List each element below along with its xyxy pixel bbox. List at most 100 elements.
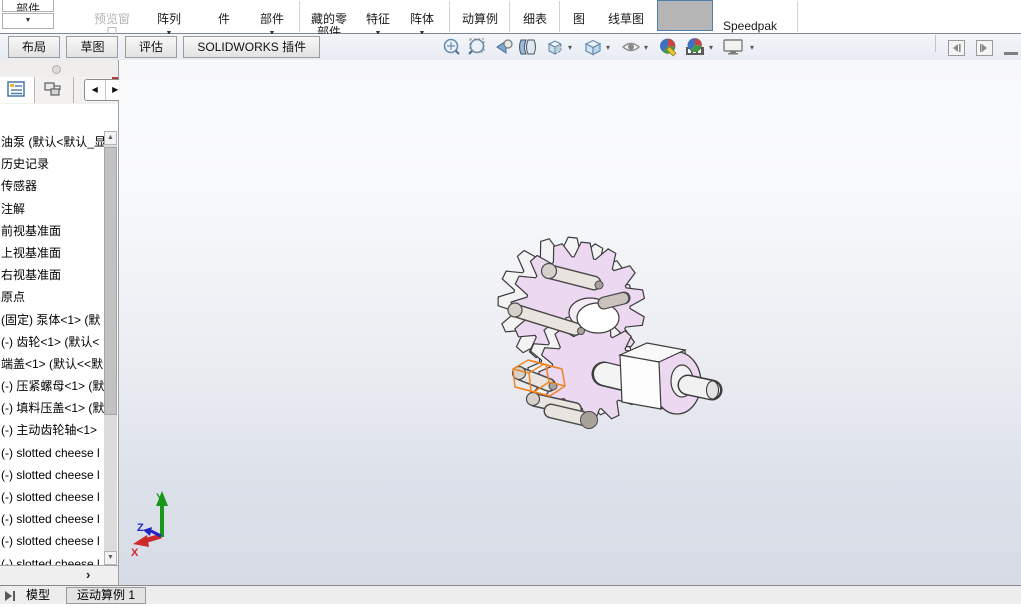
tab-layout[interactable]: 布局 — [8, 36, 61, 58]
view-orientation-icon[interactable] — [544, 37, 566, 57]
display-style-icon[interactable] — [582, 37, 604, 57]
zoom-to-area-icon[interactable] — [466, 37, 488, 57]
tree-item-drive-gear-shaft[interactable]: (-) 主动齿轮轴<1> — [0, 419, 104, 441]
ribbon-separator — [299, 1, 300, 32]
tree-item-right-plane[interactable]: 右视基准面 — [0, 264, 104, 286]
tree-item-slotted-cheese-screw[interactable]: (-) slotted cheese l — [0, 553, 104, 565]
tree-item-slotted-cheese-screw[interactable]: (-) slotted cheese l — [0, 486, 104, 508]
y-axis-label: Y — [156, 492, 164, 504]
tree-item-slotted-cheese-screw[interactable]: (-) slotted cheese l — [0, 442, 104, 464]
assembly-features-button[interactable]: 特征 ▼ — [357, 0, 399, 38]
apply-scene-dropdown[interactable]: ▾ — [709, 43, 713, 52]
expand-panel-icon[interactable]: › — [86, 567, 90, 583]
feature-tree: 油泵 (默认<默认_显 历史记录 传感器 注解 前视基准面 上视基准面 右视基准… — [0, 131, 104, 565]
exploded-view-button[interactable]: 图 — [562, 0, 596, 33]
ribbon-separator — [797, 1, 798, 32]
reference-geometry-label: 阵体 — [409, 12, 434, 26]
tree-item-slotted-cheese-screw[interactable]: (-) slotted cheese l — [0, 508, 104, 530]
motion-study-label: 动算例 — [461, 12, 498, 26]
z-axis-label: Z — [137, 522, 144, 534]
minimize-icon[interactable] — [1004, 52, 1018, 55]
view-orientation-dropdown[interactable]: ▾ — [568, 43, 572, 52]
component-pattern-label: 阵列 — [156, 12, 181, 26]
ribbon-separator — [509, 1, 510, 32]
display-style-dropdown[interactable]: ▾ — [606, 43, 610, 52]
component-pattern-button[interactable]: 阵列 ▼ — [138, 0, 200, 38]
scroll-down-icon[interactable]: ▼ — [104, 551, 117, 565]
tree-item-end-cap[interactable]: 端盖<1> (默认<<默 — [0, 353, 104, 375]
tree-item-gear[interactable]: (-) 齿轮<1> (默认< — [0, 331, 104, 353]
insert-component-label: 部件 — [15, 2, 40, 12]
tab-motion-study-1[interactable]: 运动算例 1 — [66, 587, 147, 604]
tree-item-slotted-cheese-screw[interactable]: (-) slotted cheese l — [0, 530, 104, 552]
model-tabs-bar: 模型 运动算例 1 — [0, 585, 1021, 604]
tree-item-lock-nut[interactable]: (-) 压紧螺母<1> (默 — [0, 375, 104, 397]
move-component-label: 部件 — [259, 12, 284, 26]
graphics-viewport[interactable]: Y X Z — [119, 60, 1021, 585]
expand-right-pane-button[interactable] — [976, 40, 993, 56]
assembly-features-label: 特征 — [365, 12, 390, 26]
x-axis-label: X — [131, 547, 139, 559]
preview-window-button: 预览窗 口 — [84, 0, 140, 39]
tab-propertymanager[interactable] — [35, 77, 74, 103]
tree-item-annotations[interactable]: 注解 — [0, 198, 104, 220]
collapse-left-pane-button[interactable] — [948, 40, 965, 56]
edit-appearance-icon[interactable] — [658, 37, 680, 57]
motionmanager-toggle-icon[interactable] — [3, 589, 19, 601]
tree-item-assembly-root[interactable]: 油泵 (默认<默认_显 — [0, 131, 104, 153]
bill-of-materials-button[interactable]: 细表 — [512, 0, 558, 33]
commandmanager-tab-row: 布局 草图 评估 SOLIDWORKS 插件 ▾ ▾ ▾ ▾ ▾ — [0, 34, 1021, 60]
smart-fastener-label: 件 — [217, 12, 230, 26]
zoom-to-fit-icon[interactable] — [441, 37, 463, 57]
tree-item-slotted-cheese-screw[interactable]: (-) slotted cheese l — [0, 464, 104, 486]
panel-tab-strip: ◀ ▶ — [0, 77, 126, 105]
gear-pump-assembly-model: Y X Z — [131, 236, 723, 559]
ribbon-separator — [559, 1, 560, 32]
bill-of-materials-label: 细表 — [522, 12, 547, 26]
view-settings-icon[interactable] — [722, 37, 744, 57]
tab-solidworks-addins[interactable]: SOLIDWORKS 插件 — [183, 36, 321, 58]
tab-sketch[interactable]: 草图 — [66, 36, 119, 58]
insert-component-dropdown[interactable]: ▼ — [2, 13, 54, 29]
z-axis-arrow — [143, 527, 152, 536]
apply-scene-icon[interactable] — [684, 37, 706, 57]
section-view-icon[interactable] — [517, 37, 539, 57]
tree-scrollbar[interactable]: ▲ ▼ — [104, 131, 117, 565]
tree-item-top-plane[interactable]: 上视基准面 — [0, 242, 104, 264]
scroll-tabs-left-button[interactable]: ◀ — [85, 80, 106, 100]
tree-item-sensors[interactable]: 传感器 — [0, 175, 104, 197]
hide-show-items-icon[interactable] — [620, 37, 642, 57]
toolbar-separator — [935, 35, 936, 52]
grip-dot-icon — [52, 65, 61, 74]
scroll-up-icon[interactable]: ▲ — [104, 131, 117, 145]
tree-item-pump-body[interactable]: (固定) 泵体<1> (默 — [0, 309, 104, 331]
explode-line-sketch-label: 线草图 — [607, 12, 644, 26]
tree-item-history[interactable]: 历史记录 — [0, 153, 104, 175]
hide-show-items-dropdown[interactable]: ▾ — [644, 43, 648, 52]
featuremanager-panel: ◀ ▶ 油泵 (默认<默认_显 历史记录 传感器 注解 前视基准面 上视基准面 … — [0, 60, 126, 586]
panel-splitter-grip[interactable] — [0, 60, 118, 77]
panel-filter-area — [0, 104, 118, 131]
scrollbar-thumb[interactable] — [104, 147, 117, 415]
ribbon-separator — [449, 1, 450, 32]
show-hidden-components-button[interactable]: 藏的零 部件 — [302, 0, 356, 39]
orientation-triad: Y X Z — [131, 491, 168, 559]
panel-bottom-strip: › — [0, 565, 118, 586]
view-settings-dropdown[interactable]: ▾ — [750, 43, 754, 52]
move-component-button[interactable]: 部件 ▼ — [246, 0, 298, 38]
previous-view-icon[interactable] — [492, 37, 514, 57]
tab-evaluate[interactable]: 评估 — [124, 36, 177, 58]
smart-fastener-button[interactable]: 件 — [203, 0, 245, 33]
tab-model[interactable]: 模型 — [26, 587, 50, 604]
insert-component-button[interactable]: 部件 — [2, 0, 54, 12]
reference-geometry-button[interactable]: 阵体 ▼ — [400, 0, 444, 38]
tree-item-packing-gland[interactable]: (-) 填料压盖<1> (默 — [0, 397, 104, 419]
exploded-view-label: 图 — [572, 12, 585, 26]
x-axis-arrow — [133, 535, 149, 547]
tab-featuremanager-tree[interactable] — [0, 77, 35, 103]
motion-study-button[interactable]: 动算例 — [453, 0, 507, 33]
tree-item-origin[interactable]: 原点 — [0, 286, 104, 308]
tree-item-front-plane[interactable]: 前视基准面 — [0, 220, 104, 242]
explode-line-sketch-button[interactable]: 线草图 — [598, 0, 654, 33]
speedpak-pressed-button[interactable] — [657, 0, 713, 31]
